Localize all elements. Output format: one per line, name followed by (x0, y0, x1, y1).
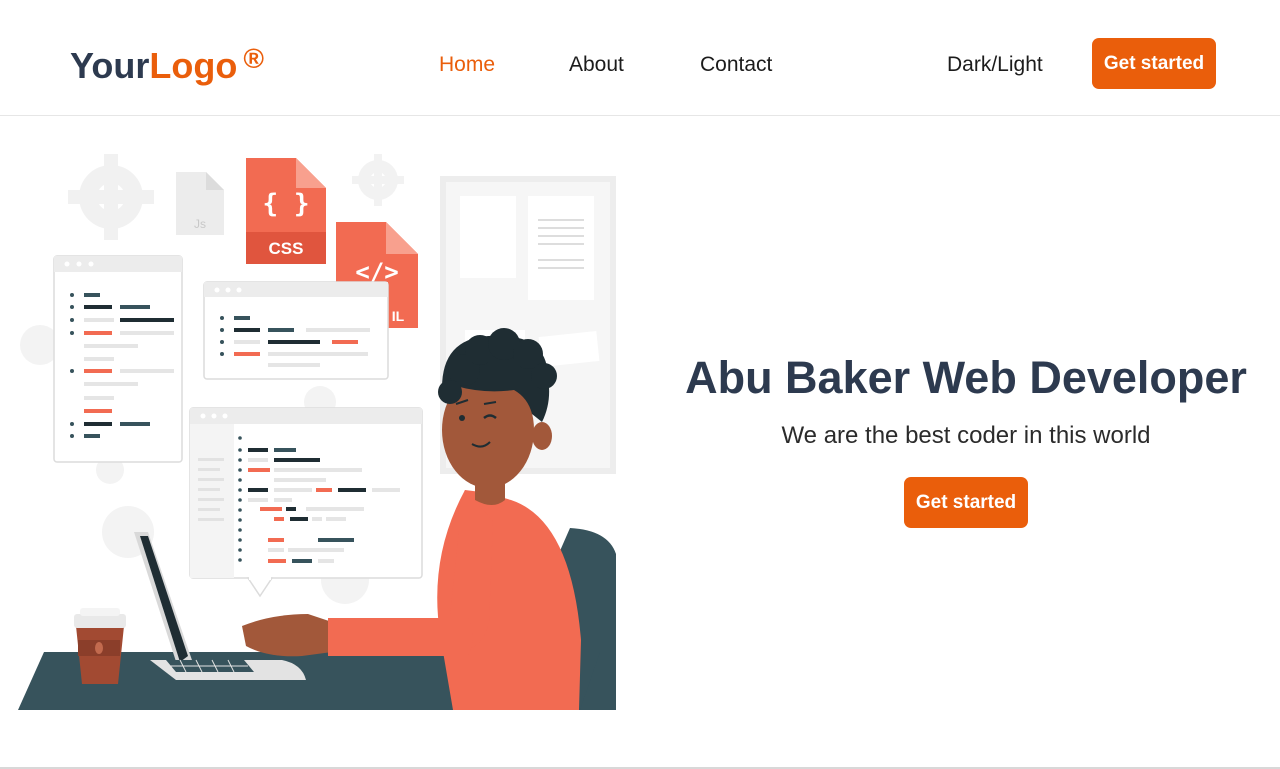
nav-contact[interactable]: Contact (700, 52, 772, 78)
html-file-label: IL (392, 308, 405, 324)
code-window-main (189, 407, 423, 598)
nav-about[interactable]: About (569, 52, 624, 78)
registered-mark: ® (243, 43, 264, 74)
site-header: YourLogo ® Home About Contact Dark/Light … (0, 0, 1280, 116)
theme-toggle[interactable]: Dark/Light (947, 52, 1043, 78)
logo-text-logo: Logo (149, 45, 238, 86)
css-file-icon: { } CSS (246, 158, 326, 264)
developer-illustration: Js { } CSS </> IL (18, 154, 616, 710)
code-window-left (53, 255, 183, 463)
nav-home[interactable]: Home (439, 52, 495, 78)
hero-subtitle: We are the best coder in this world (781, 422, 1151, 449)
js-file-icon: Js (176, 172, 224, 235)
logo-text-your: Your (70, 45, 150, 86)
header-get-started-button[interactable]: Get started (1092, 38, 1216, 89)
gear-icon (352, 154, 404, 206)
hero-get-started-button[interactable]: Get started (904, 477, 1028, 528)
code-window-middle (203, 281, 389, 380)
css-file-label: CSS (269, 239, 304, 258)
js-file-label: Js (194, 217, 206, 231)
css-file-braces: { } (263, 189, 310, 219)
coffee-cup-icon (74, 608, 126, 684)
logo[interactable]: YourLogo ® (70, 43, 264, 91)
hero-title: Abu Baker Web Developer (685, 352, 1247, 403)
gear-icon (68, 154, 154, 240)
